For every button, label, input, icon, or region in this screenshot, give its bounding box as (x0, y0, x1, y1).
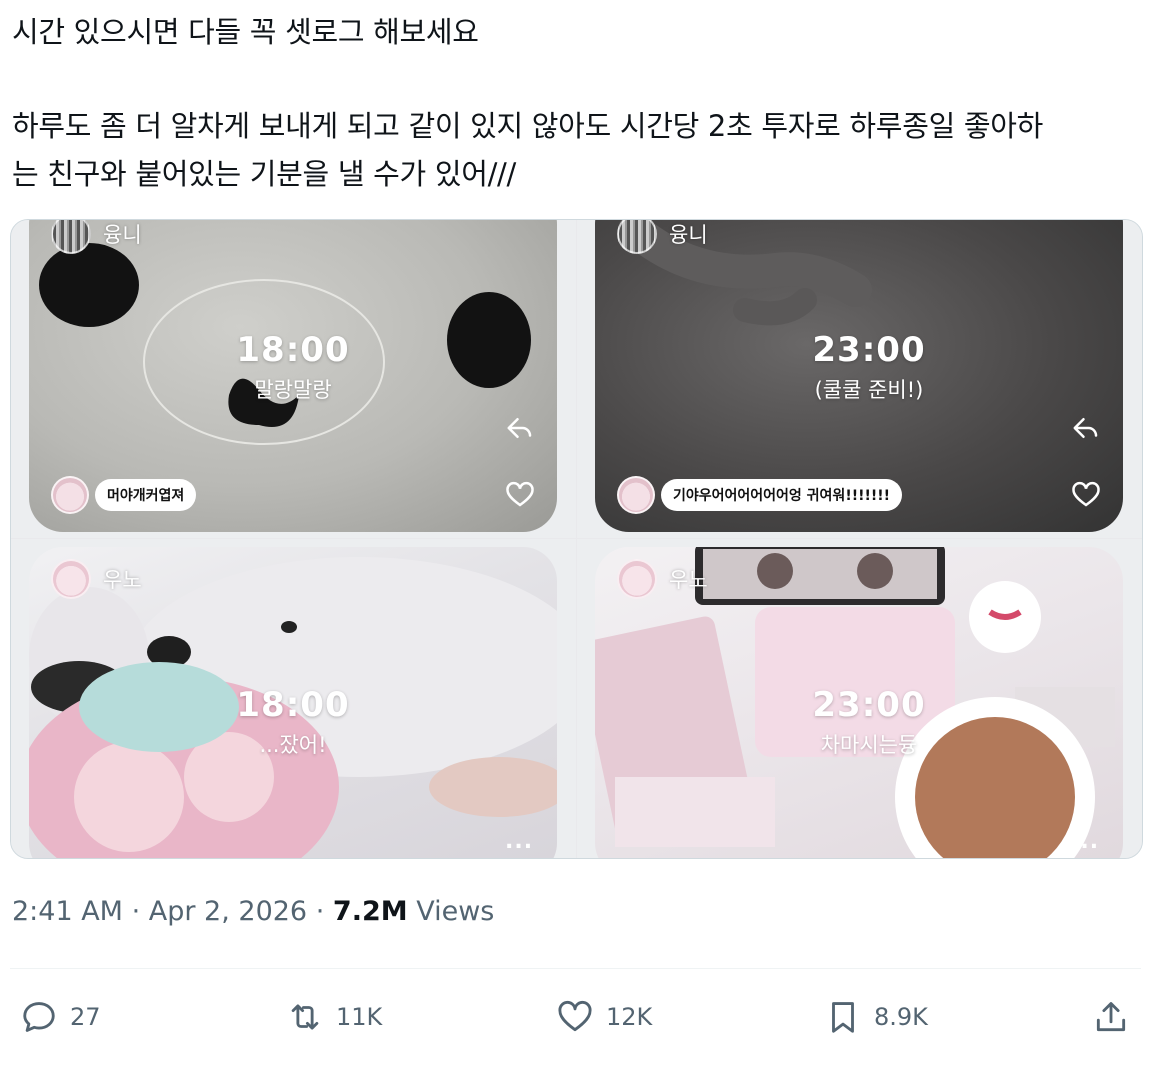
avatar (617, 220, 657, 254)
reply-icon[interactable] (505, 413, 535, 443)
views-count[interactable]: 7.2M (333, 896, 408, 927)
time-block: 23:00 (쿨쿨 준비!) (739, 330, 999, 404)
reply-count: 27 (70, 1003, 101, 1031)
heart-icon[interactable] (1071, 480, 1101, 510)
bookmark-count: 8.9K (874, 1003, 928, 1031)
share-button[interactable] (1092, 998, 1130, 1036)
media-image-2[interactable]: 융니 23:00 (쿨쿨 준비!) 기야우어어어어어어엉 귀여워!!!!!!! (577, 220, 1142, 538)
tweet-time[interactable]: 2:41 AM (12, 896, 123, 927)
more-icon[interactable]: ... (1071, 829, 1099, 854)
username: 우노 (669, 568, 708, 592)
time-text: 18:00 (236, 330, 350, 370)
like-button[interactable]: 12K (556, 998, 652, 1036)
time-text: 18:00 (236, 685, 350, 725)
bookmark-icon (832, 1002, 854, 1033)
media-image-1[interactable]: 융니 18:00 말랑말랑 머야개커엽져 (11, 220, 576, 538)
share-icon (1096, 1002, 1126, 1032)
comment-icon (23, 1002, 55, 1032)
media-image-3[interactable]: 우노 18:00 ...잤어! ... (11, 539, 576, 858)
comment-avatar (51, 476, 89, 514)
views-label[interactable]: Views (416, 896, 494, 927)
user-row-4: 우노 (617, 559, 708, 599)
user-row-3: 우노 (51, 559, 142, 599)
tweet-meta: 2:41 AM · Apr 2, 2026 · 7.2M Views (12, 896, 494, 927)
caption-text: ...잤어! (259, 733, 327, 757)
username: 융니 (669, 223, 708, 247)
more-icon[interactable]: ... (505, 829, 533, 854)
username: 융니 (103, 223, 142, 247)
tweet-text: 시간 있으시면 다들 꼭 셋로그 해보세요 하루도 좀 더 알차게 보내게 되고… (12, 8, 1142, 198)
comment-row: 머야개커엽져 (51, 476, 197, 514)
repost-icon (291, 1004, 319, 1030)
time-block: 18:00 말랑말랑 (163, 330, 423, 404)
comment-bubble: 기야우어어어어어어엉 귀여워!!!!!!! (661, 479, 903, 511)
media-grid[interactable]: 융니 18:00 말랑말랑 머야개커엽져 융니 23:00 (쿨쿨 준비!) 기… (10, 219, 1143, 859)
tweet-line-1: 시간 있으시면 다들 꼭 셋로그 해보세요 (12, 15, 479, 49)
user-row-1: 융니 (51, 220, 142, 254)
avatar (51, 559, 91, 599)
heart-icon[interactable] (505, 480, 535, 510)
caption-text: 차마시는듕 (820, 733, 918, 757)
username: 우노 (103, 568, 142, 592)
caption-text: 말랑말랑 (254, 378, 332, 402)
like-icon (558, 1000, 592, 1032)
meta-separator: · (131, 896, 141, 927)
time-block: 18:00 ...잤어! (163, 685, 423, 759)
reply-button[interactable]: 27 (20, 998, 101, 1036)
tweet-line-3: 는 친구와 붙어있는 기분을 낼 수가 있어/// (12, 157, 517, 191)
time-text: 23:00 (812, 330, 926, 370)
caption-text: (쿨쿨 준비!) (814, 378, 924, 402)
time-block: 23:00 차마시는듕 (739, 685, 999, 759)
tweet-date[interactable]: Apr 2, 2026 (149, 896, 307, 927)
user-row-2: 융니 (617, 220, 708, 254)
bookmark-button[interactable]: 8.9K (824, 998, 928, 1036)
avatar (617, 559, 657, 599)
divider (10, 968, 1141, 969)
comment-bubble: 머야개커엽져 (95, 479, 197, 511)
comment-row: 기야우어어어어어어엉 귀여워!!!!!!! (617, 476, 903, 514)
tweet-line-2: 하루도 좀 더 알차게 보내게 되고 같이 있지 않아도 시간당 2초 투자로 … (12, 109, 1044, 143)
repost-count: 11K (336, 1003, 383, 1031)
media-image-4[interactable]: 우노 23:00 차마시는듕 ... (577, 539, 1142, 858)
like-count: 12K (606, 1003, 653, 1031)
repost-button[interactable]: 11K (286, 998, 382, 1036)
avatar (51, 220, 91, 254)
time-text: 23:00 (812, 685, 926, 725)
reply-icon[interactable] (1071, 413, 1101, 443)
meta-separator: · (315, 896, 325, 927)
comment-avatar (617, 476, 655, 514)
